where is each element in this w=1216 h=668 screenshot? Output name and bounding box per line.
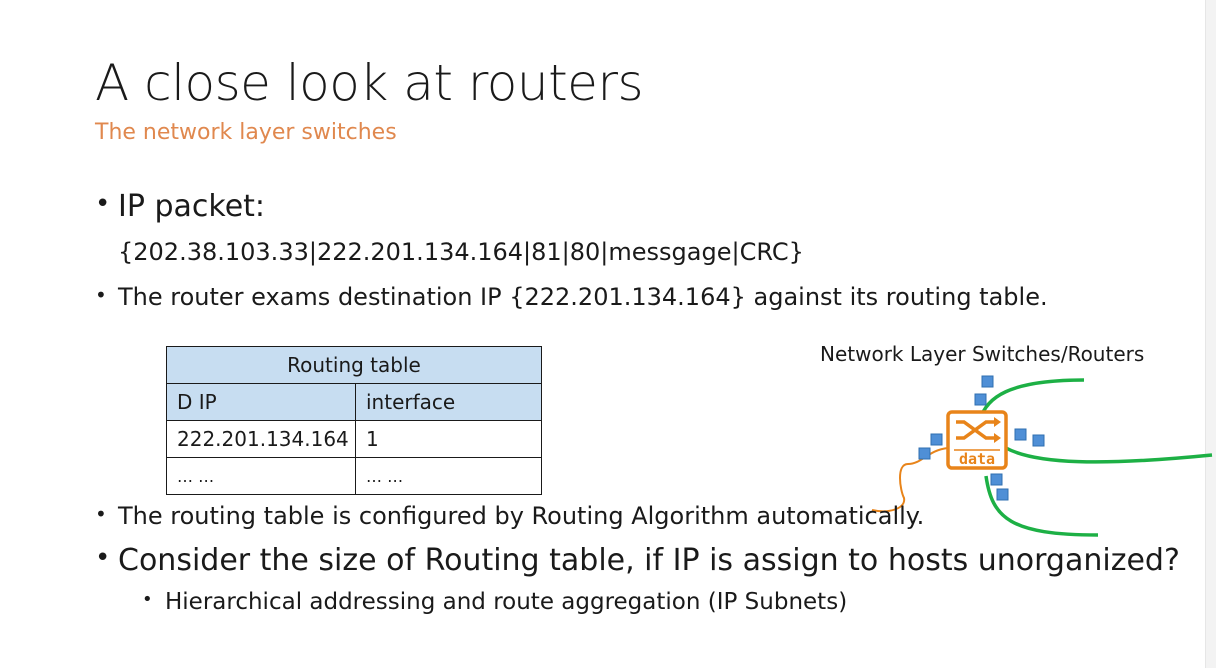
bullet-dot: • xyxy=(95,502,107,526)
router-data-label: data xyxy=(959,450,995,468)
bullet-dot: • xyxy=(95,189,111,219)
table-row: … … … … xyxy=(166,457,542,495)
column-header-interface: interface xyxy=(355,383,542,421)
packet-square xyxy=(918,447,931,460)
slide-title: A close look at routers xyxy=(95,54,644,112)
table-cell-dip: 222.201.134.164 xyxy=(166,420,356,458)
bullet-text: IP packet: xyxy=(118,189,266,224)
bullet-dot: • xyxy=(95,283,107,307)
packet-square xyxy=(930,433,943,446)
scroll-strip xyxy=(1205,0,1216,668)
packet-square xyxy=(1032,434,1045,447)
link-bottom xyxy=(984,475,1099,537)
table-cell-dip: … … xyxy=(166,457,356,495)
router-switch-icon: data xyxy=(946,410,1008,470)
table-row: 222.201.134.164 1 xyxy=(166,420,542,458)
bullet-text: Consider the size of Routing table, if I… xyxy=(118,543,1180,578)
packet-square xyxy=(981,375,994,388)
bullet-text: The routing table is configured by Routi… xyxy=(118,502,925,530)
packet-square xyxy=(974,393,987,406)
diagram-label: Network Layer Switches/Routers xyxy=(820,342,1145,366)
packet-square xyxy=(1014,428,1027,441)
table-cell-interface: … … xyxy=(355,457,542,495)
slide-subtitle: The network layer switches xyxy=(95,120,397,145)
bullet-text: Hierarchical addressing and route aggreg… xyxy=(165,589,848,615)
routing-table-caption: Routing table xyxy=(166,346,542,384)
bullet-dot: • xyxy=(95,543,111,573)
column-header-dip: D IP xyxy=(166,383,356,421)
packet-square xyxy=(990,473,1003,486)
packet-square xyxy=(996,488,1009,501)
link-right xyxy=(1005,446,1213,464)
table-cell-interface: 1 xyxy=(355,420,542,458)
bullet-dot: • xyxy=(142,589,153,610)
bullet-text: The router exams destination IP {222.201… xyxy=(118,283,1048,311)
ip-packet-string: {202.38.103.33|222.201.134.164|81|80|mes… xyxy=(118,238,804,266)
routing-table-header-row: D IP interface xyxy=(166,383,542,421)
routing-table: Routing table D IP interface 222.201.134… xyxy=(166,346,542,495)
